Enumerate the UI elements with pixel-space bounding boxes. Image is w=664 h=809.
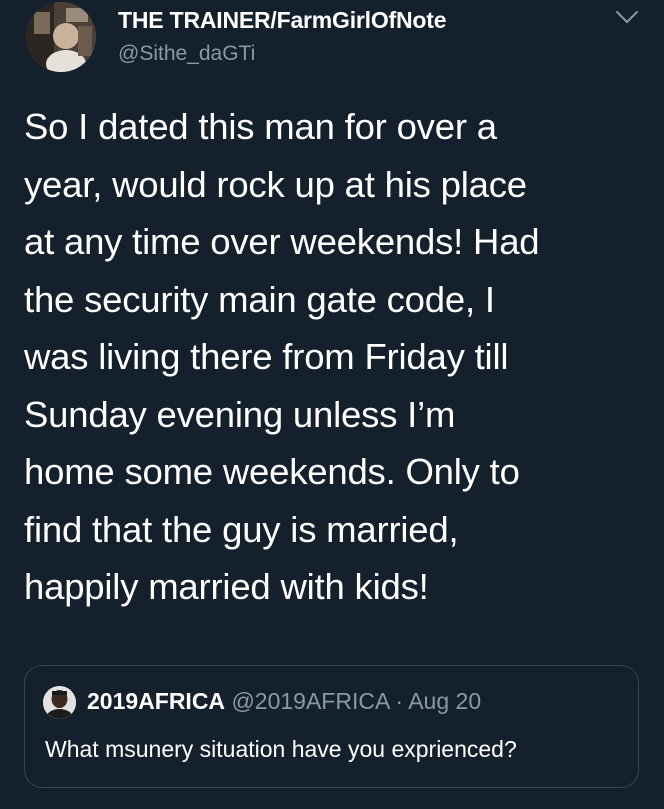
tweet-text-line: So I dated this man for over a: [24, 106, 497, 147]
avatar[interactable]: [26, 2, 96, 72]
avatar-photo-icon: [26, 2, 96, 72]
tweet-text-line: at any time over weekends! Had: [24, 221, 540, 262]
tweet-text-line: year, would rock up at his place: [24, 163, 527, 205]
quoted-avatar[interactable]: [43, 686, 76, 719]
display-name[interactable]: THE TRAINER/FarmGirlOfNote: [118, 7, 447, 34]
tweet-text-line: the security main gate code, I: [24, 278, 495, 320]
meta-separator: ·: [395, 688, 404, 714]
tweet-text: So I dated this man for over a year, wou…: [24, 98, 644, 616]
quoted-display-name[interactable]: 2019AFRICA: [87, 688, 225, 714]
tweet-text-line: Sunday evening unless I’m: [24, 393, 456, 435]
quoted-tweet-card[interactable]: 2019AFRICA @2019AFRICA · Aug 20 What msu…: [24, 665, 639, 788]
tweet-text-line: home some weekends. Only to: [24, 451, 520, 492]
tweet-text-line: was living there from Friday till: [24, 336, 509, 377]
quoted-user-handle[interactable]: @2019AFRICA: [231, 688, 389, 714]
chevron-down-icon[interactable]: [614, 8, 640, 26]
tweet-text-line: find that the guy is married,: [24, 508, 459, 550]
quoted-tweet-text: What msunery situation have you exprienc…: [45, 736, 517, 762]
quoted-tweet-header: 2019AFRICA @2019AFRICA · Aug 20: [87, 688, 481, 715]
quoted-avatar-photo-icon: [43, 686, 76, 719]
quoted-tweet-date[interactable]: Aug 20: [408, 688, 481, 714]
tweet-text-line: happily married with kids!: [24, 566, 429, 607]
user-handle[interactable]: @Sithe_daGTi: [118, 42, 255, 66]
